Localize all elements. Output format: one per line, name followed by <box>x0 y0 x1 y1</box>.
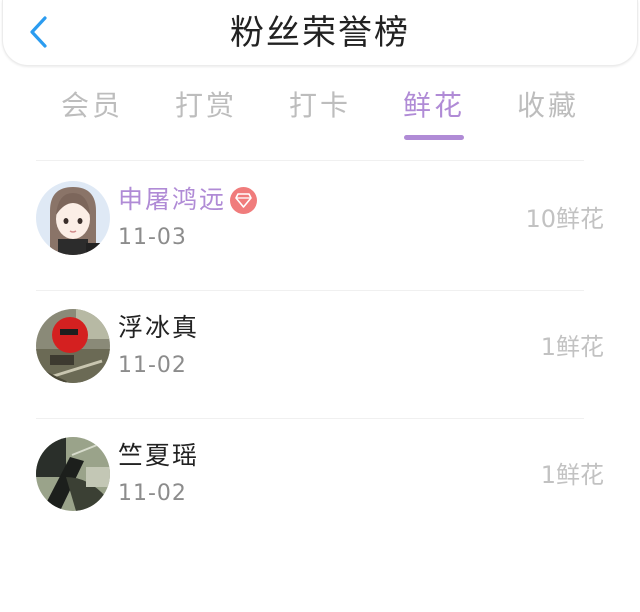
tab-tips[interactable]: 打赏 <box>161 82 251 130</box>
avatar <box>36 437 110 511</box>
fan-list-item[interactable]: 浮冰真 11-02 1鲜花 <box>0 309 640 405</box>
flower-count: 1鲜花 <box>540 461 604 489</box>
flower-count: 1鲜花 <box>540 333 604 361</box>
fan-date: 11-02 <box>118 353 187 378</box>
tab-members[interactable]: 会员 <box>47 82 137 130</box>
tab-bar: 会员 打赏 打卡 鲜花 收藏 <box>0 82 640 144</box>
fan-list-item[interactable]: 竺夏瑶 11-02 1鲜花 <box>0 437 640 533</box>
active-tab-indicator <box>404 135 464 140</box>
tab-flowers-label: 鲜花 <box>402 89 465 122</box>
divider <box>36 160 584 161</box>
fan-list-item[interactable]: 申屠鸿远 11-03 10鲜花 <box>0 181 640 277</box>
fan-date: 11-03 <box>118 225 187 250</box>
tab-flowers[interactable]: 鲜花 <box>389 82 479 144</box>
divider <box>36 418 584 419</box>
divider <box>36 290 584 291</box>
avatar <box>36 309 110 383</box>
page-title: 粉丝荣誉榜 <box>230 13 410 53</box>
fan-name: 浮冰真 <box>118 313 200 342</box>
tab-checkin[interactable]: 打卡 <box>275 82 365 130</box>
avatar <box>36 181 110 255</box>
flower-count: 10鲜花 <box>525 205 604 233</box>
fan-date: 11-02 <box>118 481 187 506</box>
fan-name: 申屠鸿远 <box>118 185 227 214</box>
tab-favorites[interactable]: 收藏 <box>503 82 593 130</box>
header-bar: 粉丝荣誉榜 <box>2 0 638 66</box>
diamond-icon <box>230 187 257 214</box>
fan-name: 竺夏瑶 <box>118 441 200 470</box>
